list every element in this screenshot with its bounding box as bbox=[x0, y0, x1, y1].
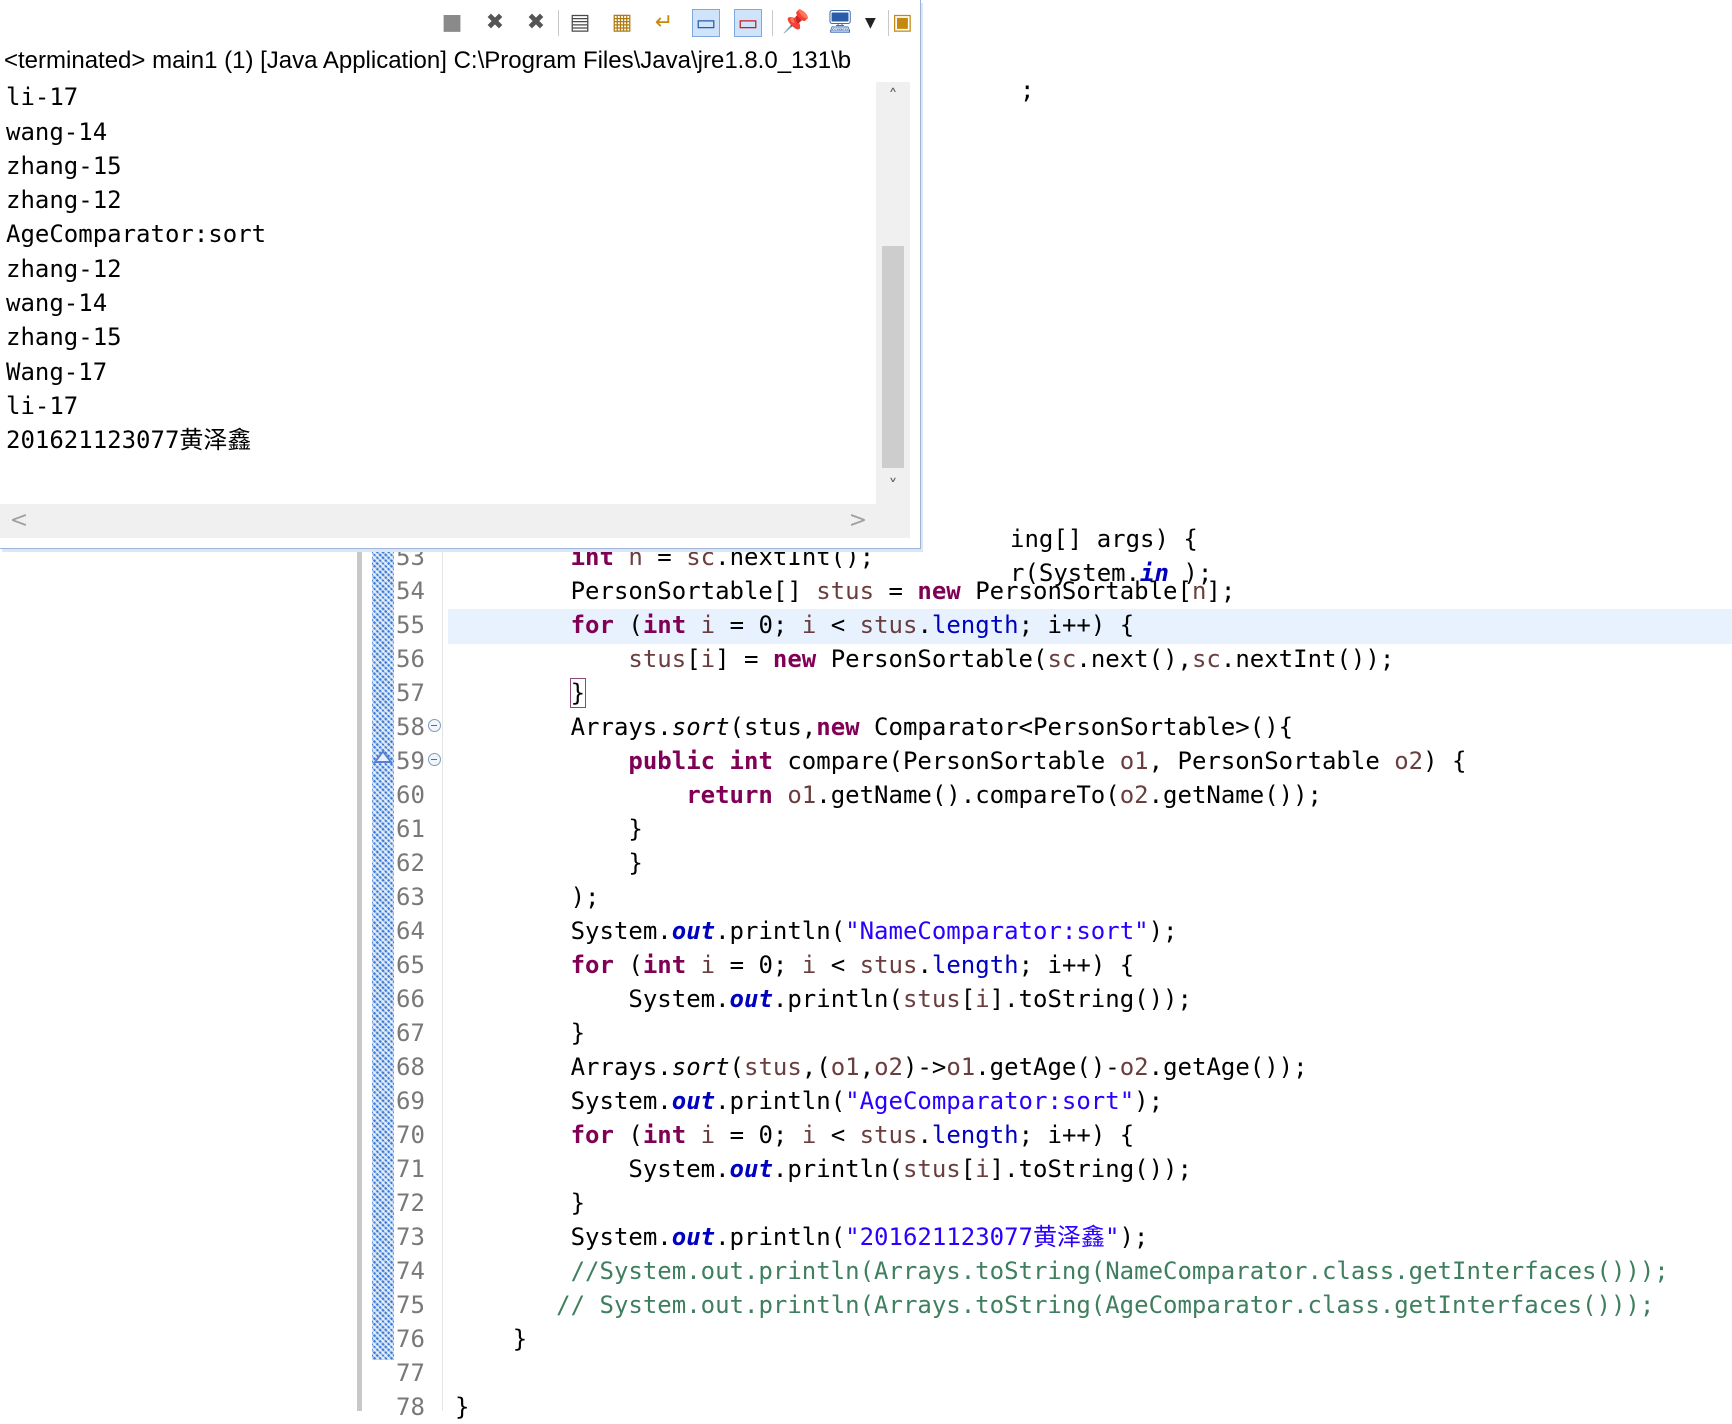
remove-all-terminated-icon[interactable]: ✖ bbox=[522, 9, 550, 37]
clear-console-icon[interactable]: ▤ bbox=[566, 9, 594, 37]
console-title: <terminated> main1 (1) [Java Application… bbox=[4, 46, 910, 76]
console-line: AgeComparator:sort bbox=[6, 220, 267, 249]
partial-line-semicolon: ; bbox=[1020, 76, 1035, 104]
line-number: 72 bbox=[396, 1189, 425, 1217]
code-line-70: for (int i = 0; i < stus.length; i++) { bbox=[570, 1121, 1135, 1149]
console-line: zhang-15 bbox=[6, 323, 122, 352]
scroll-left-arrow-icon[interactable]: < bbox=[4, 504, 34, 538]
terminate-icon[interactable]: ■ bbox=[438, 9, 466, 37]
line-number: 57 bbox=[396, 679, 425, 707]
scroll-up-arrow-icon[interactable]: ˄ bbox=[876, 86, 910, 107]
line-number: 70 bbox=[396, 1121, 425, 1149]
word-wrap-icon[interactable]: ↵ bbox=[650, 9, 678, 37]
code-line-68: Arrays.sort(stus,(o1,o2)->o1.getAge()-o2… bbox=[570, 1053, 1308, 1081]
toolbar-separator bbox=[888, 10, 889, 36]
code-line-54: PersonSortable[] stus = new PersonSortab… bbox=[570, 577, 1236, 605]
console-output-lines: wang-17 li-17 wang-14 zhang-15 zhang-12 … bbox=[6, 62, 266, 458]
line-number-ruler: 53 54 55 56 57 58 59 60 61 62 63 64 65 6… bbox=[373, 540, 442, 1424]
line-number: 62 bbox=[396, 849, 425, 877]
code-line-73: System.out.println("201621123077黄泽鑫"); bbox=[570, 1223, 1149, 1251]
line-number: 74 bbox=[396, 1257, 425, 1285]
console-toolbar: ■ ✖ ✖ ▤ ▦ ↵ ▭ ▭ 📌 🖥 ▼ ▣ bbox=[0, 0, 920, 46]
console-line: li-17 bbox=[6, 391, 79, 420]
scroll-right-arrow-icon[interactable]: > bbox=[843, 504, 873, 538]
line-number: 61 bbox=[396, 815, 425, 843]
line-number: 55 bbox=[396, 611, 425, 639]
display-console-icon[interactable]: 🖥 bbox=[826, 9, 854, 37]
code-line-75: // System.out.println(Arrays.toString(Ag… bbox=[556, 1291, 1655, 1319]
code-line-69: System.out.println("AgeComparator:sort")… bbox=[570, 1087, 1164, 1115]
console-line: zhang-15 bbox=[6, 151, 122, 180]
line-number: 78 bbox=[396, 1393, 425, 1421]
code-area[interactable]: int n = sc.nextInt(); PersonSortable[] s… bbox=[455, 540, 1732, 1424]
code-line-59: public int compare(PersonSortable o1, Pe… bbox=[628, 747, 1467, 775]
code-line-65: for (int i = 0; i < stus.length; i++) { bbox=[570, 951, 1135, 979]
scroll-lock-icon[interactable]: ▦ bbox=[608, 9, 636, 37]
console-line: zhang-12 bbox=[6, 186, 122, 215]
quick-diff-ruler bbox=[372, 545, 394, 1360]
console-horizontal-scrollbar[interactable]: < > bbox=[0, 504, 910, 538]
line-number: 69 bbox=[396, 1087, 425, 1115]
console-view[interactable]: ■ ✖ ✖ ▤ ▦ ↵ ▭ ▭ 📌 🖥 ▼ ▣ <terminated> mai… bbox=[0, 0, 921, 549]
code-line-78: } bbox=[455, 1393, 470, 1421]
line-number: 54 bbox=[396, 577, 425, 605]
code-line-64: System.out.println("NameComparator:sort"… bbox=[570, 917, 1178, 945]
open-console-icon[interactable]: ▣ bbox=[892, 9, 912, 37]
line-number-text: 58 bbox=[396, 713, 425, 741]
line-number: 75 bbox=[396, 1291, 425, 1319]
line-number: 76 bbox=[396, 1325, 425, 1353]
code-line-58: Arrays.sort(stus,new Comparator<PersonSo… bbox=[570, 713, 1294, 741]
line-number: 71 bbox=[396, 1155, 425, 1183]
fold-collapse-icon[interactable] bbox=[428, 719, 441, 732]
console-line: li-17 bbox=[6, 83, 79, 112]
console-vertical-scrollbar[interactable]: ˄ ˅ bbox=[876, 82, 910, 504]
code-line-74: //System.out.println(Arrays.toString(Nam… bbox=[570, 1257, 1669, 1285]
pin-console-icon[interactable]: 📌 bbox=[782, 9, 810, 37]
code-line-55: for (int i = 0; i < stus.length; i++) { bbox=[570, 611, 1135, 639]
toolbar-separator bbox=[772, 10, 773, 36]
remove-launch-icon[interactable]: ✖ bbox=[481, 9, 509, 37]
matching-bracket: } bbox=[569, 678, 587, 708]
code-line-62: } bbox=[628, 849, 643, 877]
line-number-59: 59 bbox=[373, 744, 442, 778]
scrollbar-thumb[interactable] bbox=[882, 246, 904, 468]
code-line-57: } bbox=[455, 676, 1732, 710]
line-number: 56 bbox=[396, 645, 425, 673]
code-line-67: } bbox=[570, 1019, 586, 1047]
line-number: 60 bbox=[396, 781, 425, 809]
line-number: 68 bbox=[396, 1053, 425, 1081]
console-line: Wang-17 bbox=[6, 357, 108, 386]
override-marker-icon[interactable] bbox=[373, 750, 393, 763]
code-line-66: System.out.println(stus[i].toString()); bbox=[628, 985, 1192, 1013]
code-line-63: ); bbox=[570, 883, 600, 911]
fold-collapse-icon[interactable] bbox=[428, 753, 441, 766]
line-number: 66 bbox=[396, 985, 425, 1013]
console-line: wang-14 bbox=[6, 117, 108, 146]
code-line-71: System.out.println(stus[i].toString()); bbox=[628, 1155, 1192, 1183]
line-number-58: 58 bbox=[396, 710, 442, 744]
console-line: wang-14 bbox=[6, 289, 108, 318]
line-number: 65 bbox=[396, 951, 425, 979]
code-line-61: } bbox=[628, 815, 643, 843]
code-line-60: return o1.getName().compareTo(o2.getName… bbox=[686, 781, 1322, 809]
show-on-stderr-icon[interactable]: ▭ bbox=[734, 9, 762, 37]
code-line-72: } bbox=[570, 1189, 586, 1217]
line-number: 64 bbox=[396, 917, 425, 945]
line-number: 67 bbox=[396, 1019, 425, 1047]
line-number: 77 bbox=[396, 1359, 425, 1387]
line-number-text: 59 bbox=[396, 747, 425, 775]
show-on-stdout-icon[interactable]: ▭ bbox=[692, 9, 720, 37]
console-line: 201621123077黄泽鑫 bbox=[6, 426, 252, 455]
line-number: 63 bbox=[396, 883, 425, 911]
console-output[interactable]: wang-17 li-17 wang-14 zhang-15 zhang-12 … bbox=[0, 62, 876, 504]
scroll-down-arrow-icon[interactable]: ˅ bbox=[876, 476, 910, 497]
line-number: 73 bbox=[396, 1223, 425, 1251]
chevron-down-icon[interactable]: ▼ bbox=[865, 9, 879, 37]
code-line-76: } bbox=[512, 1325, 528, 1353]
code-line-56: stus[i] = new PersonSortable(sc.next(),s… bbox=[628, 645, 1395, 673]
console-line: zhang-12 bbox=[6, 254, 122, 283]
toolbar-separator bbox=[558, 10, 559, 36]
